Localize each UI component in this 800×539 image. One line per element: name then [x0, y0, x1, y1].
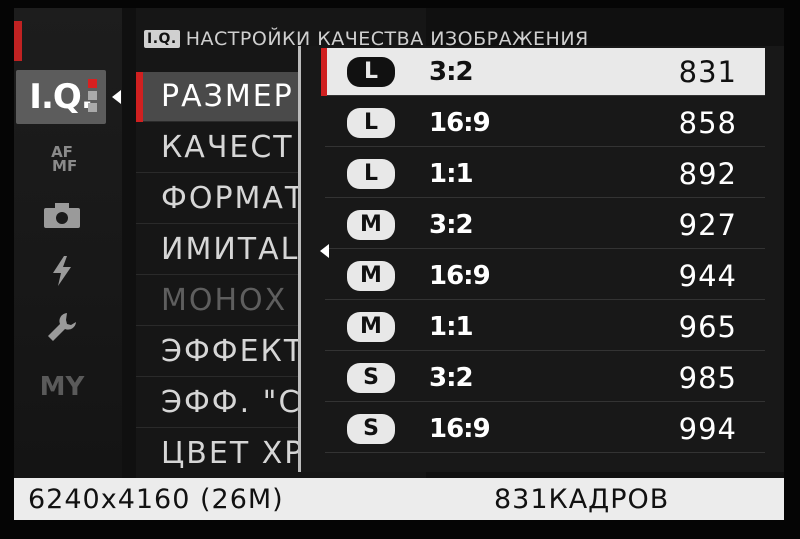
sidebar-pointer-icon — [112, 90, 121, 104]
frame-count: 927 — [678, 207, 737, 242]
size-medium-icon: M — [347, 311, 395, 342]
size-large-icon: L — [347, 107, 395, 138]
menu-item-label: ЭФФ. "С — [161, 385, 302, 420]
category-indicator — [14, 21, 22, 61]
frame-count: 831 — [678, 54, 737, 89]
menu-item-label: ЭФФЕКТ — [161, 334, 305, 369]
option-m-3-2[interactable]: M 3:2 927 — [325, 201, 765, 249]
size-medium-icon: M — [347, 260, 395, 291]
option-s-3-2[interactable]: S 3:2 985 — [325, 354, 765, 402]
resolution-readout: 6240x4160 (26M) — [28, 483, 284, 515]
wrench-icon — [48, 313, 76, 341]
aspect-ratio: 16:9 — [429, 107, 491, 138]
camera-screen: I.Q. AF MF MY I.Q. НАСТРОЙКИ КАЧЕСТВА ИЗ… — [14, 8, 784, 520]
frame-count: 858 — [678, 105, 737, 140]
image-size-popup: L 3:2 831 L 16:9 858 L 1:1 892 M 3:2 927… — [298, 46, 784, 472]
option-l-3-2[interactable]: L 3:2 831 — [321, 48, 765, 96]
menu-item-label: ЦВЕТ ХР — [161, 436, 305, 471]
option-m-1-1[interactable]: M 1:1 965 — [325, 303, 765, 351]
aspect-ratio: 3:2 — [429, 209, 474, 240]
menu-item-label: МОНОХ — [161, 283, 288, 318]
option-s-16-9[interactable]: S 16:9 994 — [325, 405, 765, 453]
frames-remaining: 831КАДРОВ — [494, 483, 670, 515]
image-quality-icon: I.Q. — [29, 77, 93, 117]
category-my-menu[interactable]: MY — [14, 360, 110, 414]
size-large-icon: L — [347, 56, 395, 87]
category-focus[interactable]: AF MF — [14, 132, 110, 186]
aspect-ratio: 16:9 — [429, 260, 491, 291]
frame-count: 994 — [678, 411, 737, 446]
my-menu-icon: MY — [39, 372, 85, 402]
menu-item-label: КАЧЕСТ — [161, 130, 294, 165]
popup-pointer-icon — [320, 244, 329, 258]
flash-icon — [53, 256, 71, 286]
size-large-icon: L — [347, 158, 395, 189]
size-small-icon: S — [347, 362, 395, 393]
aspect-ratio: 3:2 — [429, 56, 474, 87]
option-l-16-9[interactable]: L 16:9 858 — [325, 99, 765, 147]
frame-count: 965 — [678, 309, 737, 344]
aspect-ratio: 16:9 — [429, 413, 491, 444]
option-m-16-9[interactable]: M 16:9 944 — [325, 252, 765, 300]
category-image-quality[interactable]: I.Q. — [16, 70, 106, 124]
frame-count: 985 — [678, 360, 737, 395]
frame-count: 892 — [678, 156, 737, 191]
status-bar: 6240x4160 (26M) 831КАДРОВ — [14, 478, 784, 520]
menu-item-label: ФОРМАТ — [161, 181, 306, 216]
aspect-ratio: 1:1 — [429, 311, 474, 342]
option-l-1-1[interactable]: L 1:1 892 — [325, 150, 765, 198]
frame-count: 944 — [678, 258, 737, 293]
menu-item-label: ИМИТАL — [161, 232, 300, 267]
size-small-icon: S — [347, 413, 395, 444]
category-setup[interactable] — [14, 300, 110, 354]
aspect-ratio: 3:2 — [429, 362, 474, 393]
category-sidebar: I.Q. AF MF MY — [14, 8, 122, 478]
camera-icon — [44, 203, 80, 228]
page-marks — [88, 79, 98, 115]
category-shooting[interactable] — [14, 188, 110, 242]
aspect-ratio: 1:1 — [429, 158, 474, 189]
focus-icon: AF MF — [46, 143, 78, 175]
menu-item-label: РАЗМЕР — [161, 79, 294, 114]
size-medium-icon: M — [347, 209, 395, 240]
iq-badge: I.Q. — [144, 30, 180, 48]
category-flash[interactable] — [14, 244, 110, 298]
